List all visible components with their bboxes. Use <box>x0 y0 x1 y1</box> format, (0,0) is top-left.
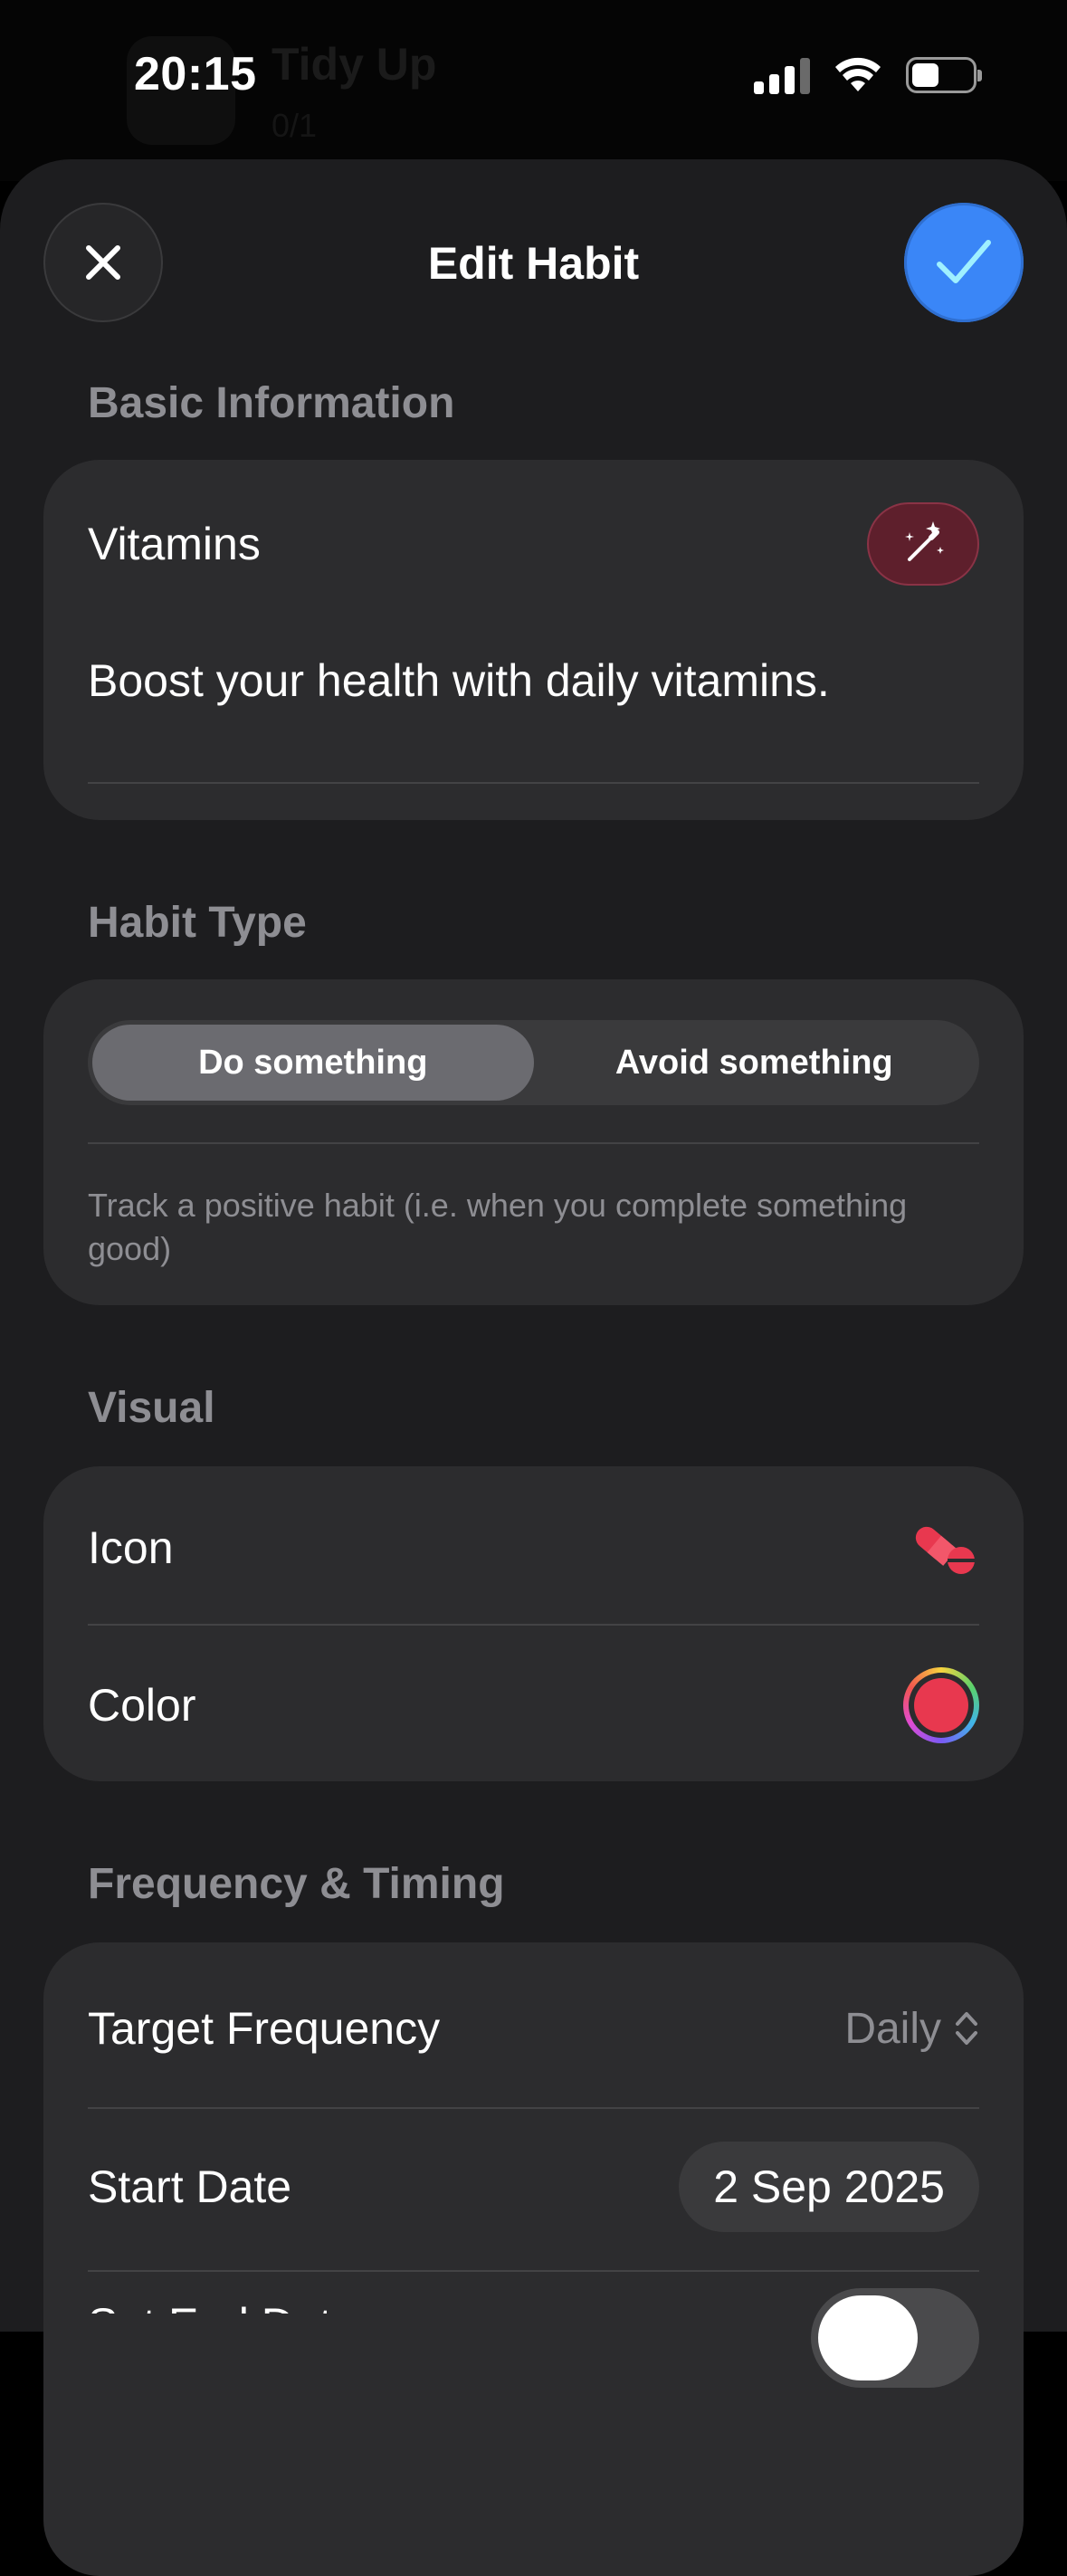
divider <box>88 1142 979 1144</box>
habit-type-card: Do something Avoid something Track a pos… <box>43 979 1024 1305</box>
end-date-label-visible: Set End Date <box>88 2297 357 2314</box>
section-header-frequency-timing: Frequency & Timing <box>88 1860 505 1908</box>
end-date-label-text: Set End Date <box>88 2299 357 2314</box>
segment-avoid-something[interactable]: Avoid something <box>534 1025 976 1101</box>
frequency-timing-card: Target Frequency Daily Start Date 2 Sep … <box>43 1942 1024 2576</box>
wifi-icon <box>835 57 881 91</box>
pills-icon <box>915 1526 975 1574</box>
magic-wand-icon <box>905 521 944 561</box>
target-frequency-value: Daily <box>844 2004 941 2053</box>
battery-icon <box>906 57 982 93</box>
basic-information-card: Vitamins Boost your health with daily vi… <box>43 460 1024 820</box>
save-button[interactable] <box>904 203 1024 322</box>
section-header-basic-information: Basic Information <box>88 379 455 427</box>
habit-type-helper-text: Track a positive habit (i.e. when you co… <box>88 1187 908 1267</box>
magic-generate-button[interactable] <box>867 502 979 586</box>
habit-type-segmented-control: Do something Avoid something <box>88 1020 979 1105</box>
icon-label: Icon <box>88 1522 174 1573</box>
selected-color-dot <box>914 1678 968 1732</box>
color-label: Color <box>88 1680 196 1731</box>
segment-do-something[interactable]: Do something <box>92 1025 534 1101</box>
chevron-up-down-icon <box>956 2012 977 2045</box>
habit-description-field[interactable]: Boost your health with daily vitamins. <box>88 654 830 707</box>
start-date-row: Start Date 2 Sep 2025 <box>88 2142 979 2232</box>
start-date-label: Start Date <box>88 2161 292 2212</box>
status-icons <box>754 56 982 94</box>
toggle-knob <box>818 2295 918 2380</box>
color-row[interactable]: Color <box>88 1660 979 1751</box>
start-date-picker[interactable]: 2 Sep 2025 <box>679 2142 979 2232</box>
section-header-habit-type: Habit Type <box>88 899 307 947</box>
divider <box>88 2107 979 2109</box>
color-picker-swatch[interactable] <box>903 1667 979 1743</box>
end-date-toggle[interactable] <box>811 2288 979 2388</box>
section-header-visual: Visual <box>88 1384 215 1432</box>
habit-name-field[interactable]: Vitamins <box>88 518 261 570</box>
target-frequency-label: Target Frequency <box>88 2003 441 2054</box>
visual-card: Icon Color <box>43 1466 1024 1781</box>
cellular-signal-icon <box>754 56 810 94</box>
icon-row[interactable]: Icon <box>88 1503 979 1593</box>
divider <box>88 1624 979 1626</box>
divider <box>88 782 979 784</box>
status-bar: 20:15 <box>0 0 1067 154</box>
checkmark-icon <box>937 240 991 283</box>
edit-habit-sheet: Edit Habit Basic Information Vitamins Bo… <box>0 159 1067 2576</box>
status-time: 20:15 <box>134 48 257 100</box>
target-frequency-picker[interactable]: Daily <box>844 2004 979 2054</box>
target-frequency-row[interactable]: Target Frequency Daily <box>88 1983 979 2074</box>
divider <box>88 2270 979 2272</box>
